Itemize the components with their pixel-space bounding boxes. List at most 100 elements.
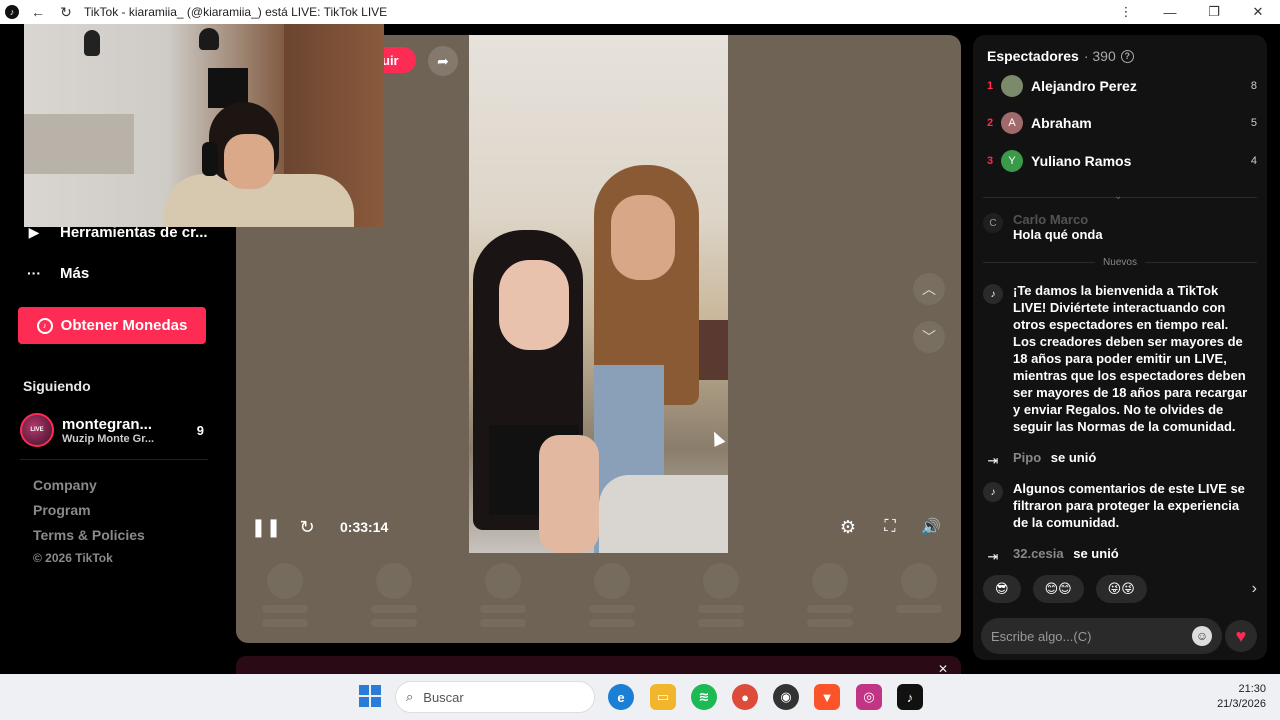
refresh-icon[interactable]: ↻ [296, 515, 318, 539]
divider [20, 459, 208, 460]
share-icon[interactable]: ➦ [428, 46, 458, 76]
obs-icon[interactable]: ◉ [773, 684, 799, 710]
volume-icon[interactable]: 🔊 [920, 515, 942, 539]
gift-placeholder [807, 563, 853, 627]
sidebar-item-more[interactable]: ··· Más [24, 263, 89, 283]
webcam-scene [202, 142, 218, 176]
brave-icon[interactable]: ▼ [814, 684, 840, 710]
more-icon: ··· [27, 265, 41, 281]
chat-text: se unió [1050, 450, 1097, 465]
instagram-icon[interactable]: ◎ [856, 684, 882, 710]
avatar: Y [1001, 150, 1023, 172]
chat-system-message: ♪ ¡Te damos la bienvenida a TikTok LIVE!… [983, 282, 1257, 435]
tiktok-app-icon: ♪ [0, 0, 24, 24]
chat-input[interactable]: Escribe algo...(C) ☺ [981, 618, 1222, 654]
restore-button[interactable]: ❐ [1192, 0, 1236, 24]
avatar: LIVE [20, 413, 54, 447]
webcam-scene [84, 30, 100, 56]
quick-emoji-button[interactable]: 😎 [983, 575, 1021, 603]
heart-icon[interactable]: ♥ [1225, 620, 1257, 652]
video-figure [599, 475, 728, 553]
tiktok-icon: ♪ [983, 284, 1003, 304]
windows-taskbar: ⌕ Buscar e ▭ ≋ ● ◉ ▼ ◎ ♪ 21:30 21/3/2026 [0, 674, 1280, 720]
divider-label: Nuevos [1103, 257, 1137, 268]
minimize-button[interactable]: — [1148, 0, 1192, 24]
chevron-right-icon[interactable]: › [1252, 580, 1257, 598]
viewers-count: · 390 [1083, 48, 1116, 64]
following-subtitle: Wuzip Monte Gr... [62, 432, 155, 445]
tiktok-icon[interactable]: ♪ [897, 684, 923, 710]
quick-emoji-row: 😎 😊😊 😜😜 › [983, 575, 1257, 603]
footer-link-terms[interactable]: Terms & Policies [33, 527, 145, 543]
chat-message: Hola qué onda [983, 226, 1257, 243]
join-icon: ⇥ [987, 549, 999, 564]
edge-icon[interactable]: e [608, 684, 634, 710]
live-badge: LIVE [30, 427, 44, 433]
follow-button[interactable]: uir [380, 47, 416, 73]
copyright: © 2026 TikTok [33, 551, 113, 565]
settings-gear-icon[interactable]: ⚙ [837, 515, 859, 539]
join-icon: ⇥ [987, 453, 999, 468]
get-coins-label: Obtener Monedas [60, 317, 188, 334]
coin-icon: ♪ [36, 317, 53, 334]
pause-icon[interactable]: ❚❚ [251, 515, 281, 539]
taskbar-search[interactable]: ⌕ Buscar [395, 681, 595, 713]
video-figure [499, 260, 569, 350]
sidebar-item-label: Más [60, 264, 90, 282]
next-live-arrow-icon[interactable]: ﹀ [913, 321, 945, 353]
taskbar-clock[interactable]: 21:30 21/3/2026 [1200, 682, 1266, 712]
spotify-icon[interactable]: ≋ [691, 684, 717, 710]
chrome-icon[interactable]: ● [732, 684, 758, 710]
browser-menu-icon[interactable]: ⋮ [1104, 0, 1148, 24]
live-video [469, 35, 728, 553]
footer-link-program[interactable]: Program [33, 502, 91, 518]
viewer-score: 4 [1250, 155, 1257, 167]
previous-live-arrow-icon[interactable]: ︿ [913, 273, 945, 305]
chat-user[interactable]: Pipo [1013, 450, 1041, 465]
get-coins-button[interactable]: ♪ Obtener Monedas [18, 307, 206, 344]
gift-placeholder [698, 563, 744, 627]
following-item[interactable]: LIVE montegran... Wuzip Monte Gr... 9 [20, 411, 208, 449]
avatar: A [1001, 112, 1023, 134]
quick-emoji-button[interactable]: 😊😊 [1032, 575, 1084, 603]
expand-chevron-icon[interactable]: ⌄ [1114, 191, 1122, 202]
info-icon[interactable]: ? [1120, 49, 1134, 63]
viewer-name: Yuliano Ramos [1031, 153, 1132, 169]
webcam-scene [224, 134, 274, 189]
search-placeholder: Buscar [423, 689, 464, 705]
viewer-name: Alejandro Perez [1031, 78, 1137, 94]
footer-link-company[interactable]: Company [33, 477, 97, 493]
follow-label: uir [382, 52, 399, 68]
file-explorer-icon[interactable]: ▭ [650, 684, 676, 710]
reload-icon[interactable]: ↻ [52, 0, 80, 24]
emoji-picker-icon[interactable]: ☺ [1192, 626, 1212, 646]
viewer-row[interactable]: 1 Alejandro Perez 8 [987, 73, 1257, 99]
chat-user[interactable]: 32.cesia [1013, 546, 1064, 561]
gift-placeholder [371, 563, 417, 627]
close-button[interactable]: ✕ [1236, 0, 1280, 24]
chat-text: Hola qué onda [1013, 227, 1103, 242]
bottom-banner [236, 656, 961, 674]
fullscreen-icon[interactable]: ⛶ [879, 515, 901, 539]
viewers-chat-panel: Espectadores · 390 ? 1 Alejandro Perez 8… [973, 35, 1267, 660]
viewer-row[interactable]: 2 A Abraham 5 [987, 110, 1257, 136]
viewer-rank: 3 [987, 155, 994, 167]
chat-input-placeholder: Escribe algo...(C) [991, 628, 1092, 644]
quick-emoji-button[interactable]: 😜😜 [1095, 575, 1147, 603]
back-arrow-icon[interactable]: ← [24, 0, 52, 24]
stream-time: 0:33:14 [340, 519, 389, 535]
following-viewer-count: 9 [196, 422, 204, 438]
tiktok-icon: ♪ [983, 482, 1003, 502]
welcome-text: ¡Te damos la bienvenida a TikTok LIVE! D… [1013, 283, 1248, 434]
viewer-score: 8 [1250, 80, 1257, 92]
window-title: TikTok - kiaramiia_ (@kiaramiia_) está L… [84, 5, 388, 19]
chat-system-message: ♪ Algunos comentarios de este LIVE se fi… [983, 480, 1257, 531]
viewer-row[interactable]: 3 Y Yuliano Ramos 4 [987, 148, 1257, 174]
windows-start-icon[interactable] [359, 685, 381, 707]
chat-join-message: ⇥ 32.cesia se unió [983, 545, 1257, 567]
clock-time: 21:30 [1238, 683, 1266, 695]
viewer-score: 5 [1250, 117, 1257, 129]
chat-text: se unió [1073, 546, 1119, 561]
following-heading: Siguiendo [23, 378, 91, 394]
viewer-name: Abraham [1031, 115, 1092, 131]
